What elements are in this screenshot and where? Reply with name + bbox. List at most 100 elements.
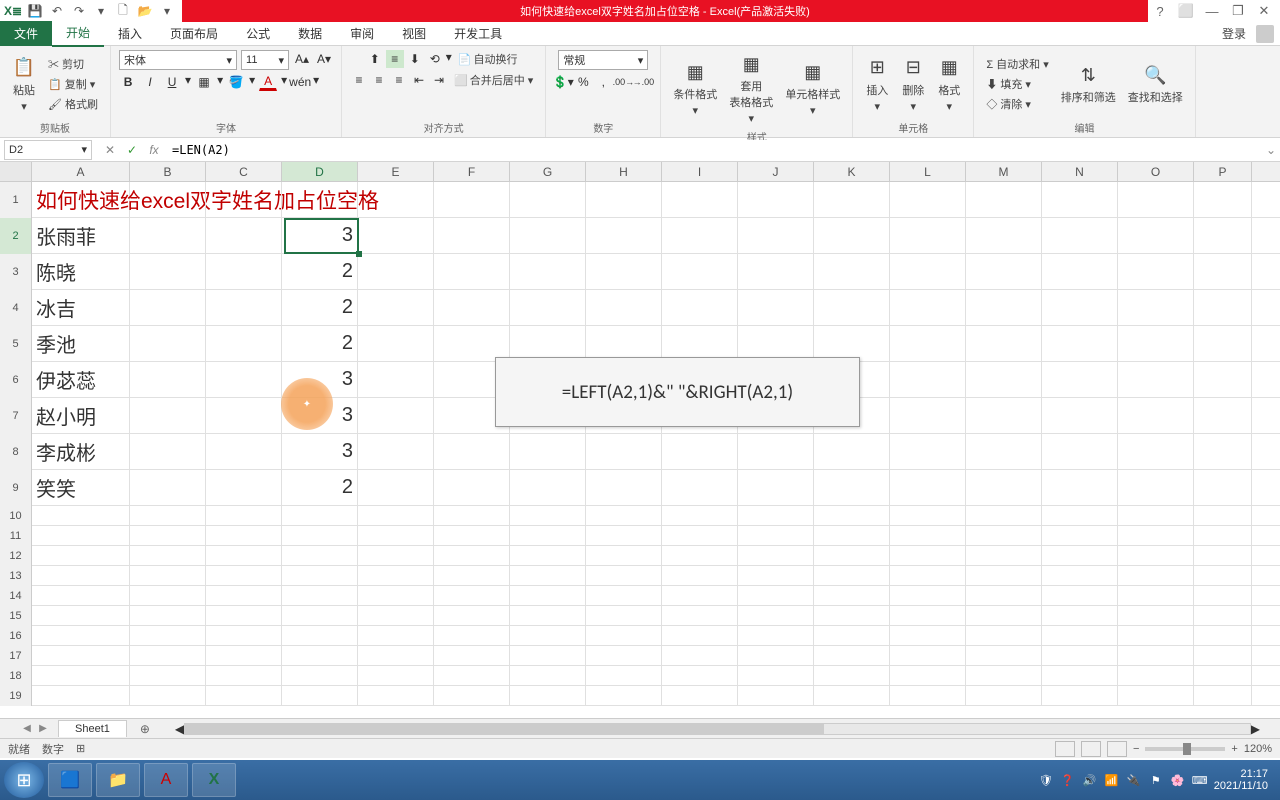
avatar-icon[interactable] — [1256, 25, 1274, 43]
cell[interactable] — [282, 182, 358, 217]
cell[interactable] — [1118, 398, 1194, 433]
cell[interactable] — [814, 182, 890, 217]
row-header[interactable]: 7 — [0, 398, 32, 434]
cell[interactable] — [738, 526, 814, 545]
cell[interactable]: 2 — [282, 470, 358, 505]
cell[interactable]: 张雨菲 — [32, 218, 130, 253]
cell[interactable] — [1194, 606, 1252, 625]
cell[interactable] — [434, 646, 510, 665]
cell[interactable] — [510, 626, 586, 645]
cell[interactable] — [130, 218, 206, 253]
cell[interactable] — [510, 646, 586, 665]
cell[interactable] — [130, 290, 206, 325]
cell[interactable] — [890, 666, 966, 685]
view-normal-icon[interactable] — [1055, 741, 1075, 757]
cell[interactable] — [206, 666, 282, 685]
column-header[interactable]: H — [586, 162, 662, 181]
new-icon[interactable]: 🗋 — [114, 2, 132, 20]
cell[interactable] — [890, 290, 966, 325]
cell[interactable] — [358, 546, 434, 565]
cell[interactable] — [814, 506, 890, 525]
sheet-nav-next-icon[interactable]: ▶ — [36, 723, 50, 734]
copy-button[interactable]: 📋 复制 ▾ — [44, 75, 102, 93]
fx-icon[interactable]: fx — [144, 140, 164, 160]
cell[interactable] — [434, 218, 510, 253]
cell[interactable] — [1194, 398, 1252, 433]
row-header[interactable]: 1 — [0, 182, 32, 218]
cell[interactable] — [1194, 218, 1252, 253]
clear-button[interactable]: ◇ 清除 ▾ — [982, 95, 1052, 113]
spreadsheet-grid[interactable]: ABCDEFGHIJKLMNOP 1如何快速给excel双字姓名加占位空格2张雨… — [0, 162, 1280, 718]
cell[interactable] — [586, 218, 662, 253]
cell[interactable] — [434, 526, 510, 545]
cell[interactable] — [814, 666, 890, 685]
cell[interactable] — [510, 470, 586, 505]
cell[interactable] — [32, 626, 130, 645]
cell[interactable] — [32, 646, 130, 665]
cell[interactable] — [434, 666, 510, 685]
cell[interactable] — [434, 434, 510, 469]
cell[interactable] — [966, 626, 1042, 645]
cell[interactable] — [1042, 566, 1118, 585]
row-header[interactable]: 11 — [0, 526, 32, 546]
dec-decimal-icon[interactable]: →.00 — [634, 73, 652, 91]
cell[interactable] — [282, 566, 358, 585]
tray-icon[interactable]: ❓ — [1060, 772, 1076, 788]
select-all-corner[interactable] — [0, 162, 32, 181]
cell[interactable] — [1194, 586, 1252, 605]
cell[interactable] — [966, 506, 1042, 525]
row-header[interactable]: 3 — [0, 254, 32, 290]
cancel-formula-icon[interactable]: ✕ — [100, 140, 120, 160]
cell[interactable] — [890, 626, 966, 645]
cell[interactable] — [130, 566, 206, 585]
align-center-icon[interactable]: ≡ — [370, 71, 388, 89]
cell[interactable] — [206, 586, 282, 605]
cell[interactable] — [738, 254, 814, 289]
cell[interactable] — [890, 546, 966, 565]
tab-insert[interactable]: 插入 — [104, 21, 156, 46]
cell[interactable] — [890, 326, 966, 361]
cell[interactable] — [1042, 182, 1118, 217]
sheet-tab[interactable]: Sheet1 — [58, 720, 127, 737]
tab-developer[interactable]: 开发工具 — [440, 21, 516, 46]
cell[interactable] — [130, 470, 206, 505]
cell[interactable] — [1042, 686, 1118, 705]
column-header[interactable]: N — [1042, 162, 1118, 181]
cell[interactable] — [1042, 434, 1118, 469]
column-header[interactable]: A — [32, 162, 130, 181]
cell[interactable] — [814, 646, 890, 665]
cell[interactable] — [890, 586, 966, 605]
cell[interactable] — [586, 626, 662, 645]
cell[interactable] — [966, 586, 1042, 605]
row-header[interactable]: 5 — [0, 326, 32, 362]
cell[interactable] — [434, 566, 510, 585]
fill-button[interactable]: ⬇ 填充 ▾ — [982, 75, 1052, 93]
cell[interactable] — [662, 686, 738, 705]
tab-page-layout[interactable]: 页面布局 — [156, 21, 232, 46]
cell[interactable] — [738, 326, 814, 361]
row-header[interactable]: 15 — [0, 606, 32, 626]
tab-home[interactable]: 开始 — [52, 20, 104, 47]
column-header[interactable]: P — [1194, 162, 1252, 181]
confirm-formula-icon[interactable]: ✓ — [122, 140, 142, 160]
cell[interactable] — [586, 254, 662, 289]
cut-button[interactable]: ✂ 剪切 — [44, 55, 102, 73]
cell[interactable] — [1118, 182, 1194, 217]
cell[interactable] — [434, 686, 510, 705]
cell[interactable] — [130, 546, 206, 565]
cell[interactable] — [206, 218, 282, 253]
cell[interactable] — [206, 326, 282, 361]
cell[interactable] — [1118, 606, 1194, 625]
cell[interactable] — [738, 182, 814, 217]
align-right-icon[interactable]: ≡ — [390, 71, 408, 89]
cell[interactable] — [1042, 290, 1118, 325]
cell[interactable]: 笑笑 — [32, 470, 130, 505]
cell[interactable] — [966, 398, 1042, 433]
cell[interactable] — [282, 586, 358, 605]
cell[interactable] — [1042, 606, 1118, 625]
column-header[interactable]: G — [510, 162, 586, 181]
row-header[interactable]: 10 — [0, 506, 32, 526]
orientation-icon[interactable]: ⟲ — [426, 50, 444, 68]
align-top-icon[interactable]: ⬆ — [366, 50, 384, 68]
cell[interactable] — [662, 646, 738, 665]
